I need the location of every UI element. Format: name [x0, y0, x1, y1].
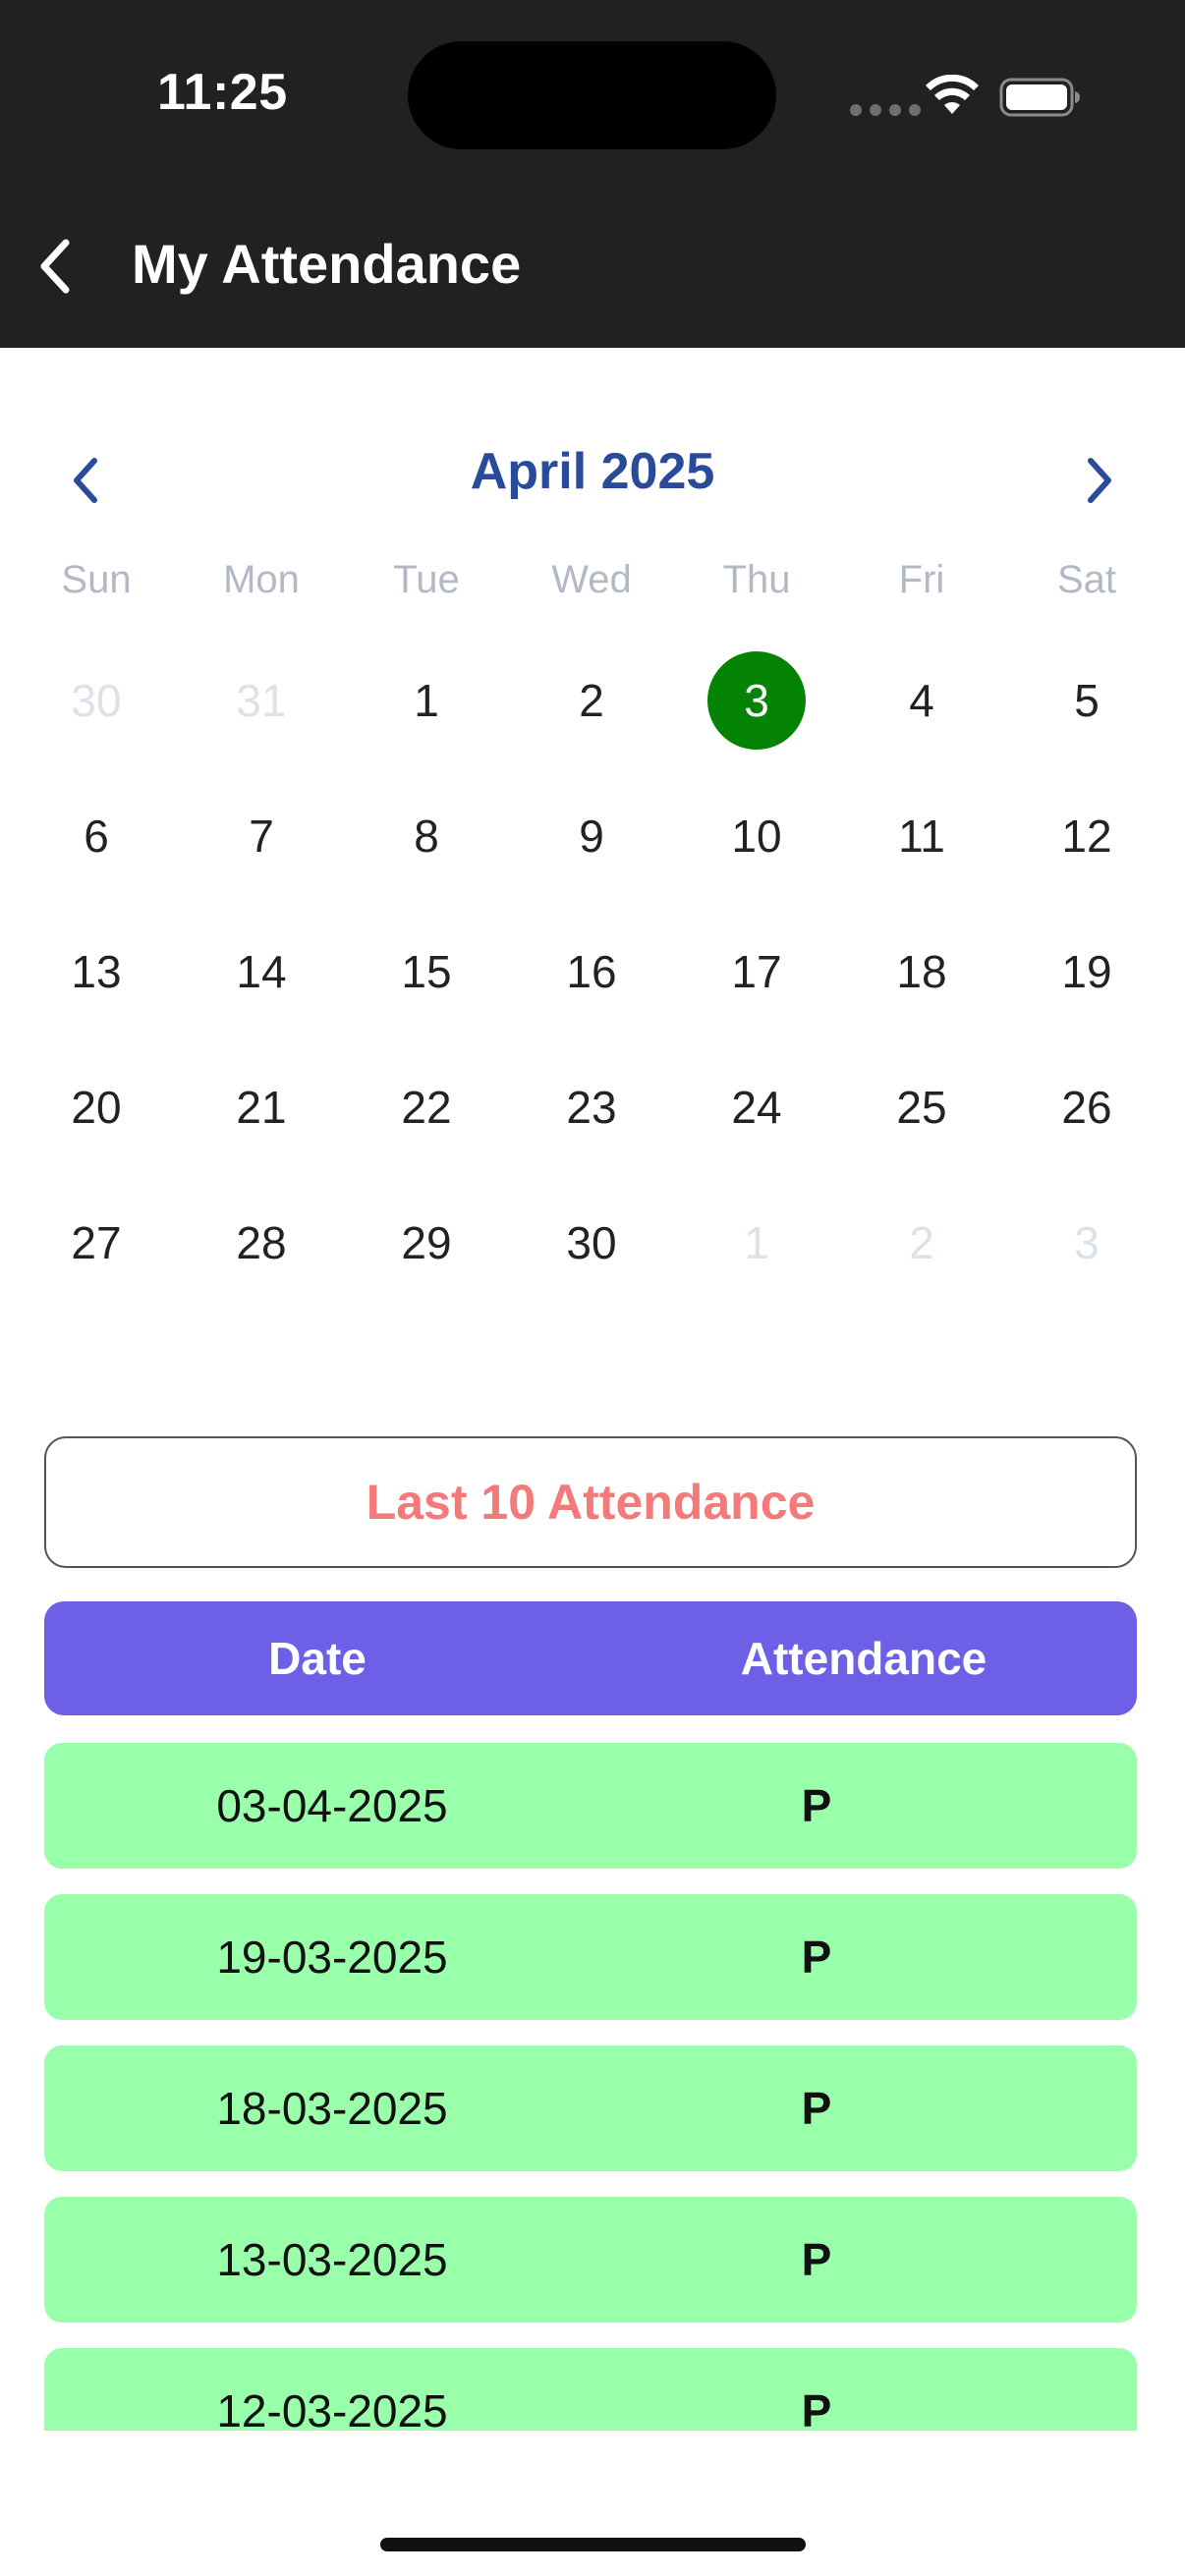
weekday-label: Mon [223, 558, 300, 601]
attendance-list[interactable]: 03-04-2025 P 19-03-2025 P 18-03-2025 P 13-03-2… [44, 1743, 1137, 2431]
attendance-row[interactable]: 13-03-2025 P [44, 2197, 1137, 2323]
dynamic-island [408, 41, 776, 149]
calendar-day[interactable]: 30 [47, 651, 145, 750]
attendance-table-header: Date Attendance [44, 1601, 1137, 1715]
page-title: My Attendance [132, 233, 522, 295]
attendance-date: 03-04-2025 [216, 1780, 448, 1831]
next-month-button[interactable] [1065, 446, 1134, 515]
chevron-right-icon [1088, 458, 1111, 503]
attendance-date: 13-03-2025 [216, 2234, 448, 2285]
calendar-day[interactable]: 1 [377, 651, 476, 750]
calendar-day[interactable]: 24 [707, 1058, 806, 1156]
status-time: 11:25 [157, 64, 288, 121]
attendance-status: P [801, 2083, 832, 2134]
column-header-attendance: Attendance [740, 1633, 988, 1684]
attendance-row[interactable]: 18-03-2025 P [44, 2045, 1137, 2171]
attendance-date: 18-03-2025 [216, 2083, 448, 2134]
calendar-day[interactable]: 5 [1038, 651, 1136, 750]
attendance-row[interactable]: 19-03-2025 P [44, 1894, 1137, 2020]
weekday-header-row: Sun Mon Tue Wed Thu Fri Sat [0, 558, 1185, 617]
wifi-icon [926, 75, 979, 114]
calendar-month-label: April 2025 [470, 443, 715, 500]
cellular-signal-icon [850, 104, 921, 116]
chevron-left-icon [40, 239, 70, 294]
calendar-day[interactable]: 20 [47, 1058, 145, 1156]
calendar-day[interactable]: 7 [212, 787, 310, 885]
calendar-header: April 2025 [0, 432, 1185, 519]
calendar-day[interactable]: 27 [47, 1194, 145, 1292]
weekday-label: Sun [61, 558, 132, 601]
calendar-day[interactable]: 19 [1038, 923, 1136, 1021]
calendar-day[interactable]: 10 [707, 787, 806, 885]
calendar-day[interactable]: 9 [542, 787, 641, 885]
calendar-day[interactable]: 8 [377, 787, 476, 885]
calendar-day[interactable]: 21 [212, 1058, 310, 1156]
attendance-status: P [801, 2385, 832, 2431]
calendar-day[interactable]: 28 [212, 1194, 310, 1292]
calendar-day[interactable]: 2 [873, 1194, 971, 1292]
calendar-day-selected[interactable]: 3 [707, 651, 806, 750]
attendance-status: P [801, 2234, 832, 2285]
calendar-day[interactable]: 4 [873, 651, 971, 750]
calendar-day[interactable]: 25 [873, 1058, 971, 1156]
weekday-label: Sat [1056, 558, 1117, 601]
back-button[interactable] [22, 224, 90, 308]
weekday-label: Wed [551, 558, 632, 601]
attendance-status: P [801, 1932, 832, 1983]
calendar-day[interactable]: 13 [47, 923, 145, 1021]
battery-icon [999, 78, 1080, 117]
attendance-status: P [801, 1780, 832, 1831]
calendar-day[interactable]: 22 [377, 1058, 476, 1156]
calendar-day[interactable]: 18 [873, 923, 971, 1021]
attendance-row[interactable]: 03-04-2025 P [44, 1743, 1137, 1869]
calendar-day[interactable]: 29 [377, 1194, 476, 1292]
weekday-label: Fri [898, 558, 945, 601]
app-header: 11:25 My Attendance [0, 0, 1185, 348]
column-header-date: Date [268, 1633, 367, 1684]
attendance-row[interactable]: 12-03-2025 P [44, 2348, 1137, 2431]
calendar-day[interactable]: 23 [542, 1058, 641, 1156]
calendar-day[interactable]: 3 [1038, 1194, 1136, 1292]
calendar-day[interactable]: 12 [1038, 787, 1136, 885]
calendar-day[interactable]: 6 [47, 787, 145, 885]
calendar-day[interactable]: 26 [1038, 1058, 1136, 1156]
calendar-day[interactable]: 15 [377, 923, 476, 1021]
calendar-day[interactable]: 17 [707, 923, 806, 1021]
weekday-label: Thu [722, 558, 791, 601]
calendar-day[interactable]: 1 [707, 1194, 806, 1292]
attendance-date: 19-03-2025 [216, 1932, 448, 1983]
calendar-day[interactable]: 16 [542, 923, 641, 1021]
calendar-day[interactable]: 11 [873, 787, 971, 885]
calendar-day[interactable]: 30 [542, 1194, 641, 1292]
attendance-date: 12-03-2025 [216, 2385, 448, 2431]
weekday-label: Tue [393, 558, 460, 601]
calendar-day[interactable]: 2 [542, 651, 641, 750]
calendar-day[interactable]: 14 [212, 923, 310, 1021]
last-10-attendance-button[interactable]: Last 10 Attendance [44, 1436, 1137, 1568]
home-indicator [380, 2538, 806, 2551]
calendar-day[interactable]: 31 [212, 651, 310, 750]
